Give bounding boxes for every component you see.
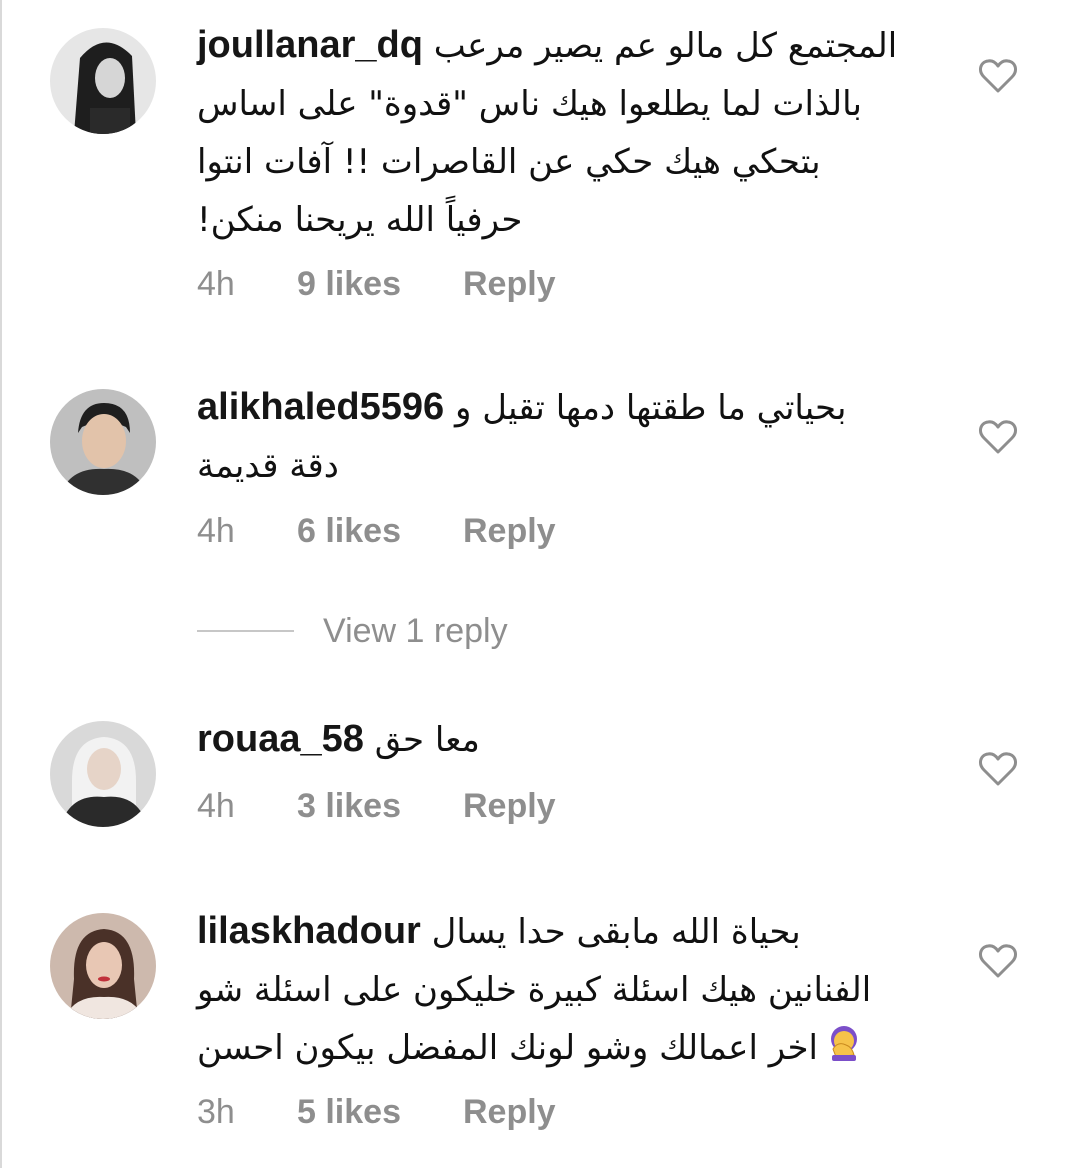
- comment-line: الفنانين هيك اسئلة كبيرة خليكون على اسئل…: [197, 970, 872, 1010]
- comment-line: حرفياً الله يريحنا منكن!: [197, 200, 523, 240]
- username[interactable]: alikhaled5596: [197, 386, 444, 428]
- comment-line: lilaskhadour بحياة الله مابقى حدا يسال: [197, 910, 801, 952]
- comment-line: دقة قديمة: [197, 446, 339, 486]
- comment-line: joullanar_dq المجتمع كل مالو عم يصير مرع…: [197, 24, 898, 66]
- heart-outline-icon[interactable]: [978, 943, 1018, 979]
- heart-outline-icon[interactable]: [978, 751, 1018, 787]
- avatar[interactable]: [50, 913, 156, 1019]
- reply-button[interactable]: Reply: [463, 787, 556, 826]
- comment-line: بالذات لما يطلعوا هيك ناس "قدوة" على اسا…: [197, 84, 862, 124]
- view-replies-label[interactable]: View 1 reply: [323, 612, 508, 651]
- comment-line: rouaa_58 معا حق: [197, 718, 480, 760]
- heart-outline-icon[interactable]: [978, 419, 1018, 455]
- avatar[interactable]: [50, 28, 156, 134]
- comment-time: 4h: [197, 512, 235, 550]
- likes-count[interactable]: 6 likes: [297, 512, 401, 551]
- screen-edge: [0, 0, 2, 1168]
- comment-line: بتحكي هيك حكي عن القاصرات !! آفات انتوا: [197, 142, 821, 182]
- likes-count[interactable]: 5 likes: [297, 1093, 401, 1132]
- comment-time: 4h: [197, 265, 235, 303]
- likes-count[interactable]: 3 likes: [297, 787, 401, 826]
- woman-facepalming-emoji: [824, 1021, 864, 1079]
- heart-outline-icon[interactable]: [978, 58, 1018, 94]
- avatar[interactable]: [50, 721, 156, 827]
- reply-button[interactable]: Reply: [463, 512, 556, 551]
- comment-line: alikhaled5596 بحياتي ما طقتها دمها تقيل …: [197, 386, 847, 428]
- replies-divider: [197, 630, 294, 632]
- username[interactable]: joullanar_dq: [197, 24, 423, 66]
- reply-button[interactable]: Reply: [463, 1093, 556, 1132]
- comment-time: 3h: [197, 1093, 235, 1131]
- reply-button[interactable]: Reply: [463, 265, 556, 304]
- comment-line: اخر اعمالك وشو لونك المفضل بيكون احسن: [197, 1019, 927, 1079]
- comment-time: 4h: [197, 787, 235, 825]
- likes-count[interactable]: 9 likes: [297, 265, 401, 304]
- avatar[interactable]: [50, 389, 156, 495]
- username[interactable]: rouaa_58: [197, 718, 364, 760]
- username[interactable]: lilaskhadour: [197, 910, 421, 952]
